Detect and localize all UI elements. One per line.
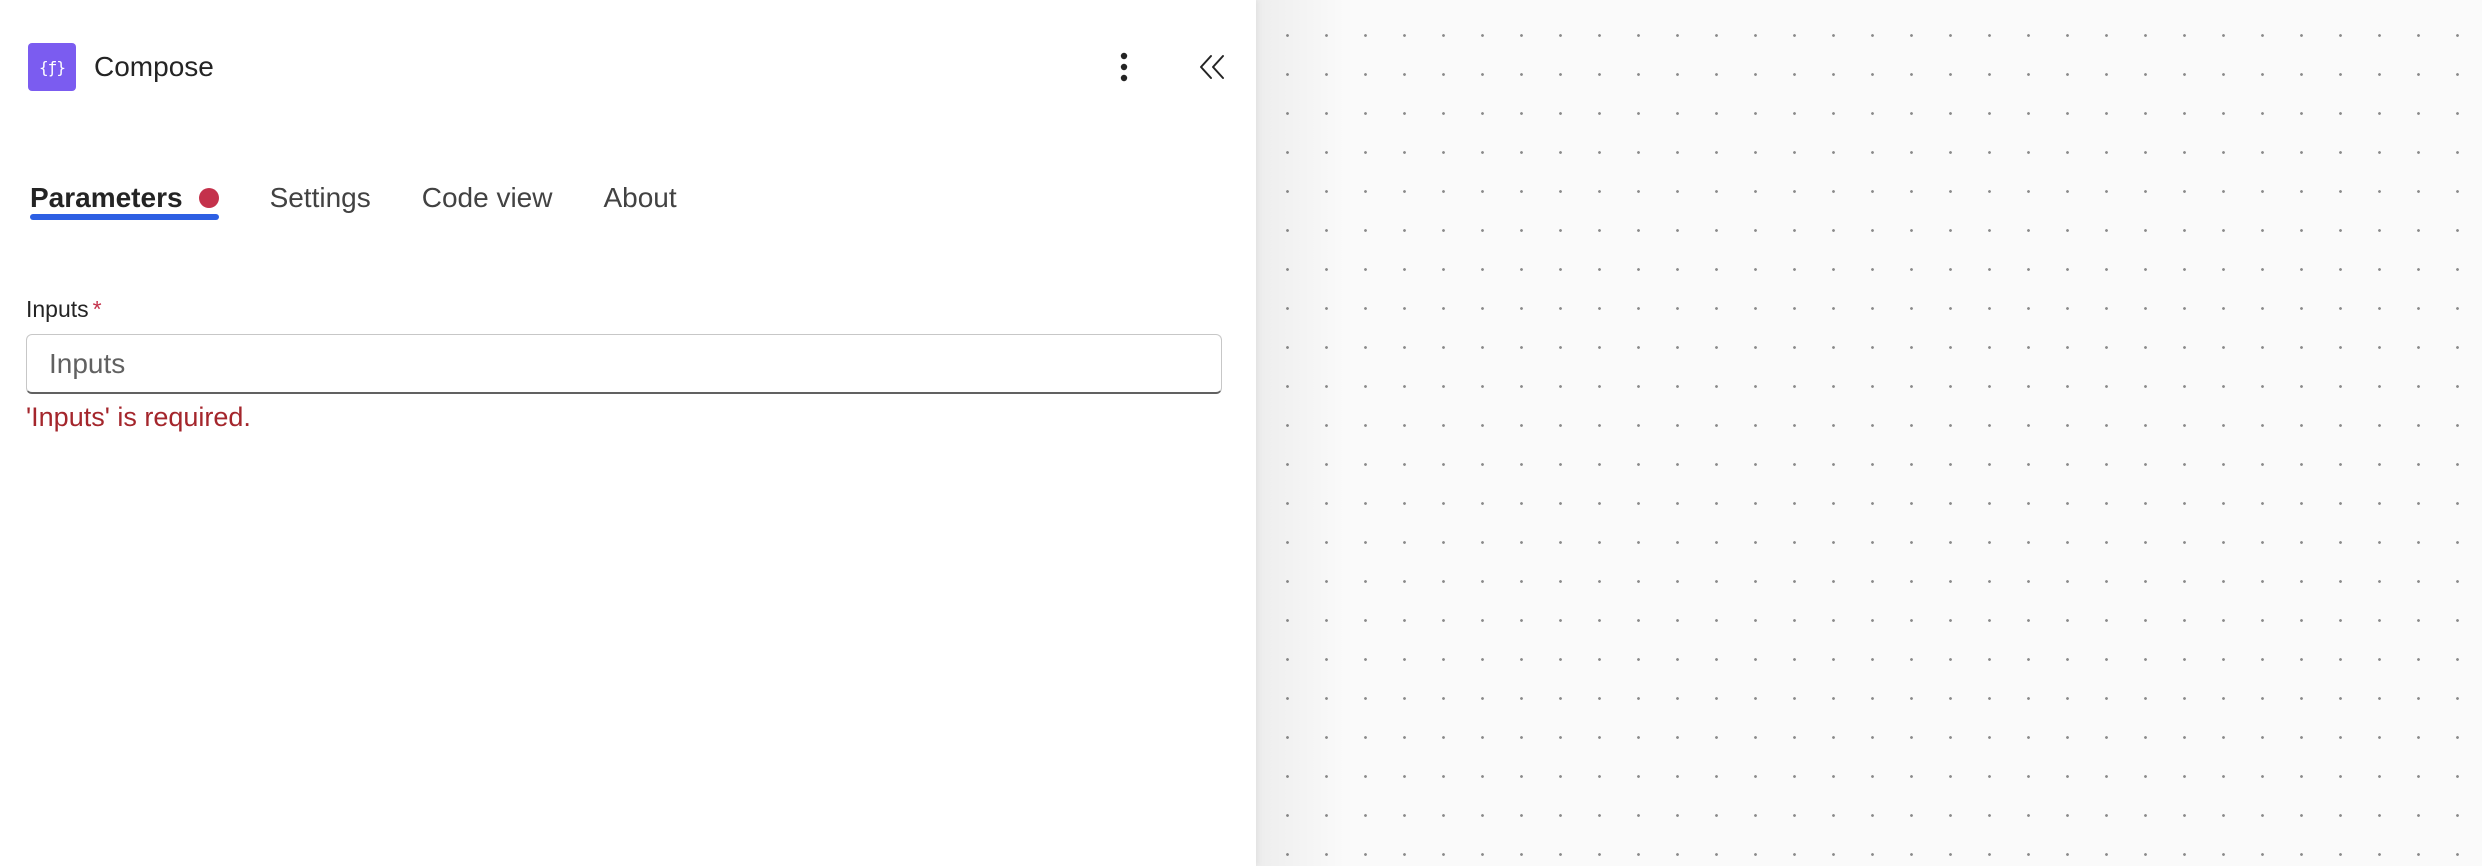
panel-header: {ƒ} Compose (28, 42, 1232, 92)
app-root: {ƒ} Compose Parameters Settings Code vie… (0, 0, 2482, 866)
more-vertical-icon (1120, 52, 1128, 82)
double-chevron-left-icon (1200, 55, 1224, 79)
inputs-field[interactable] (26, 334, 1222, 394)
panel-title: Compose (94, 51, 214, 82)
inputs-label-text: Inputs (26, 296, 89, 322)
inputs-field-label: Inputs * (26, 296, 102, 323)
tab-code-view[interactable]: Code view (422, 182, 553, 238)
tab-code-view-label: Code view (421, 182, 553, 213)
panel-tabs: Parameters Settings Code view About (30, 182, 728, 238)
more-options-button[interactable] (1104, 47, 1144, 87)
tab-parameters[interactable]: Parameters (30, 182, 219, 238)
required-marker: * (92, 296, 102, 322)
compose-action-icon: {ƒ} (28, 43, 76, 91)
action-details-panel: {ƒ} Compose Parameters Settings Code vie… (0, 0, 1256, 866)
tab-settings[interactable]: Settings (270, 182, 371, 238)
tab-parameters-label: Parameters (30, 182, 183, 213)
workflow-canvas[interactable] (1256, 0, 2482, 866)
inputs-error-message: 'Inputs' is required. (26, 402, 251, 432)
header-actions (1104, 47, 1232, 87)
collapse-panel-button[interactable] (1192, 47, 1232, 87)
canvas-edge-shadow (1256, 0, 1346, 866)
tab-about-label: About (603, 182, 677, 213)
tab-settings-label: Settings (269, 182, 371, 213)
error-indicator-dot (198, 188, 219, 208)
tab-about[interactable]: About (603, 182, 676, 238)
